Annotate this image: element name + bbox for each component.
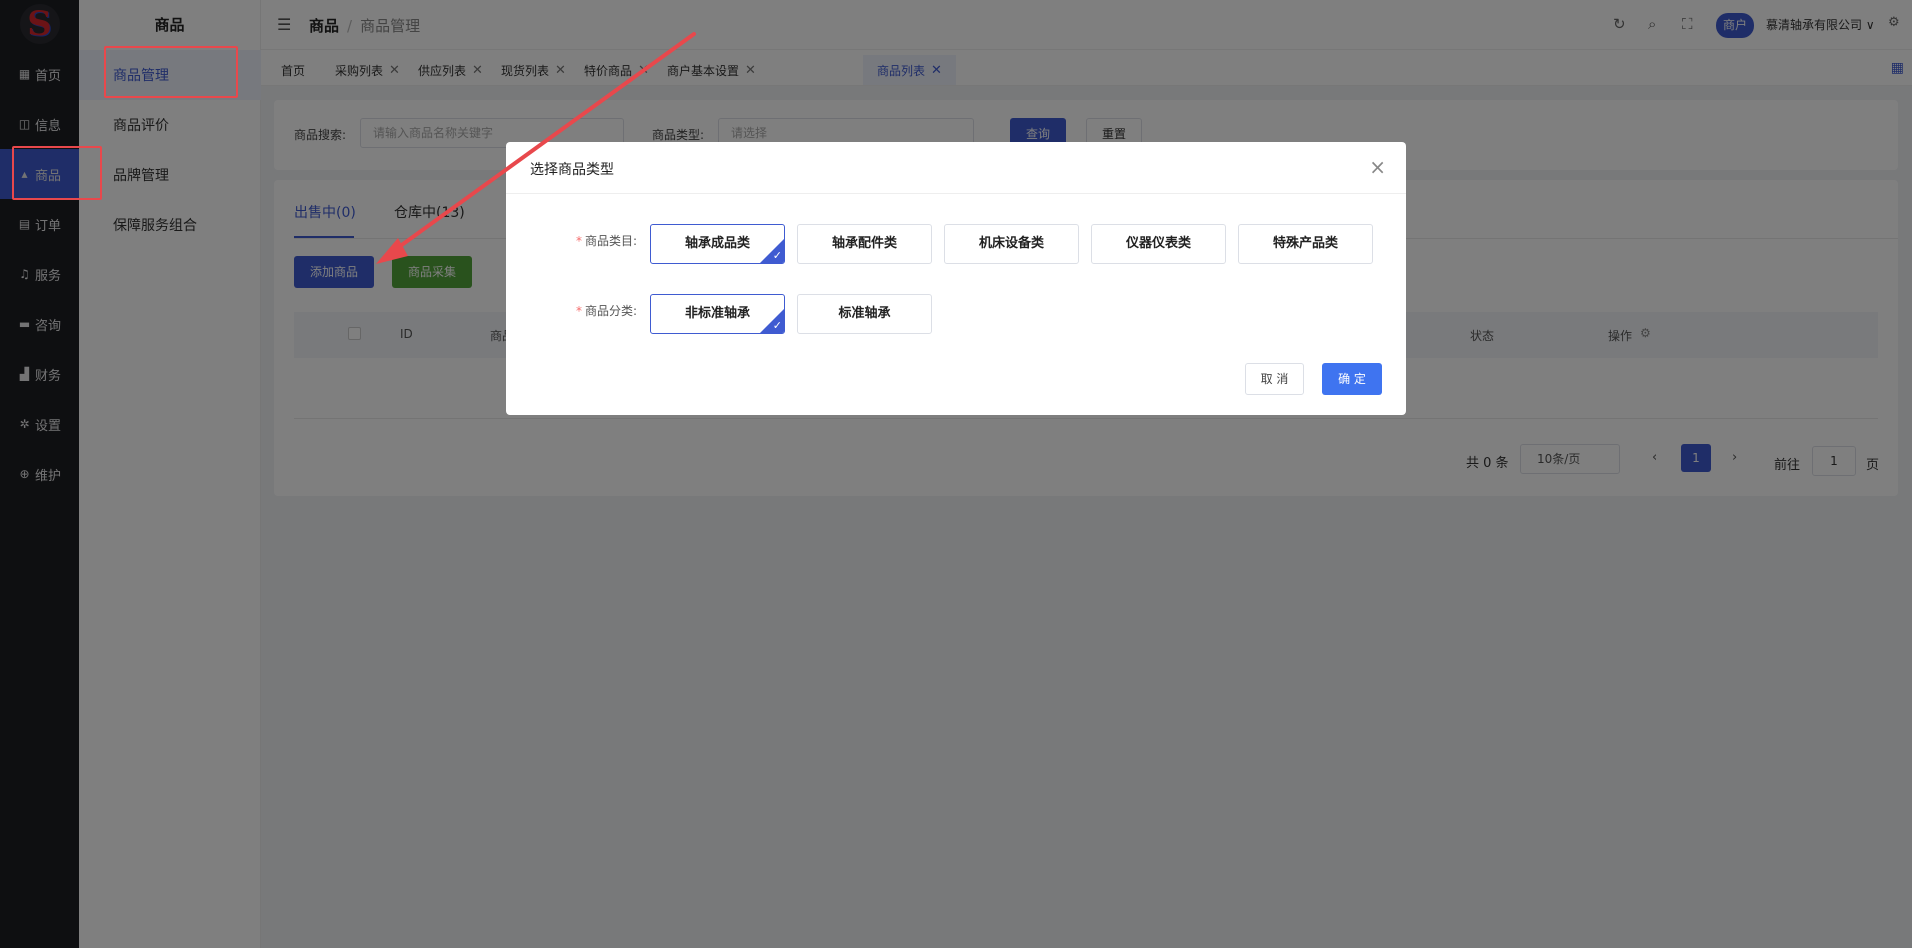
annotation-arrow [376, 32, 696, 264]
arrow-shaft [390, 32, 696, 254]
